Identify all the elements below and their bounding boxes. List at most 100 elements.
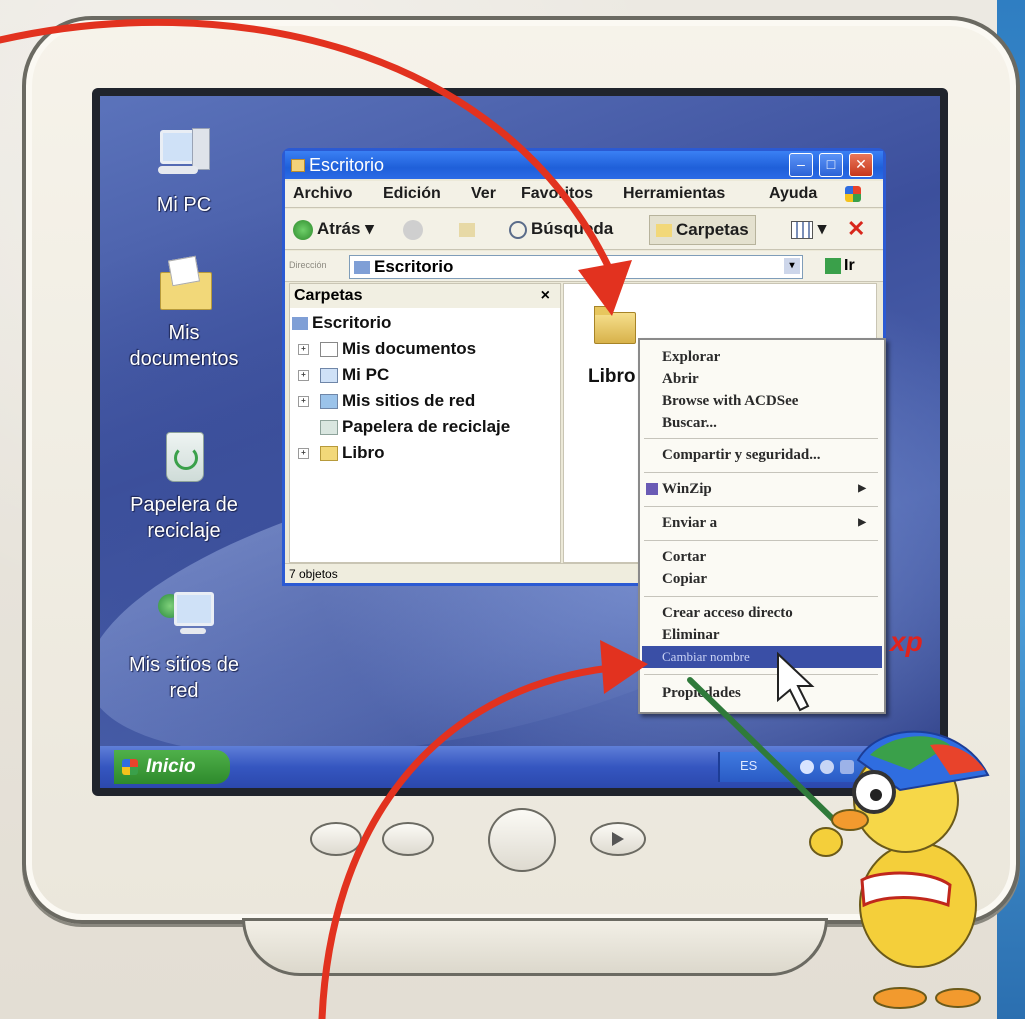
windows-desktop: Mi PC Mis documentos Papelera de recicla… [100, 96, 940, 788]
forward-button[interactable] [403, 215, 427, 243]
close-pane-icon[interactable]: × [541, 284, 550, 308]
menu-ayuda[interactable]: Ayuda [769, 185, 817, 203]
menu-separator [644, 506, 878, 507]
tree-item-libro[interactable]: + Libro [298, 442, 385, 464]
ctx-cortar[interactable]: Cortar [662, 546, 872, 568]
my-computer-icon [154, 126, 214, 186]
address-field[interactable]: Escritorio ▾ [349, 255, 803, 279]
back-arrow-icon [293, 219, 313, 240]
desktop-icon-my-computer[interactable]: Mi PC [114, 126, 254, 218]
monitor-play-button [590, 822, 646, 856]
toolbar: Atrás ▾ Búsqueda Carpetas ▾ ✕ [285, 209, 883, 250]
desktop-icon [292, 317, 308, 331]
windows-flag-icon [845, 186, 861, 202]
tray-icon[interactable] [840, 760, 854, 774]
expand-icon[interactable]: + [298, 370, 309, 381]
up-folder-icon [459, 222, 475, 237]
views-button[interactable]: ▾ [791, 215, 826, 243]
ctx-enviar-a[interactable]: Enviar a ▶ [662, 512, 872, 534]
views-icon [791, 220, 813, 239]
menu-separator [644, 596, 878, 597]
desktop-icon-label: Mis documentos [129, 322, 239, 370]
go-label: Ir [844, 257, 855, 274]
address-dropdown-icon[interactable]: ▾ [784, 258, 800, 274]
folders-pane: Carpetas × Escritorio + Mis documentos +… [289, 283, 561, 563]
submenu-arrow-icon: ▶ [858, 483, 866, 494]
monitor-stand [242, 918, 828, 976]
back-button[interactable]: Atrás ▾ [293, 215, 374, 243]
ctx-compartir[interactable]: Compartir y seguridad... [662, 444, 872, 466]
window-titlebar[interactable]: Escritorio – □ ✕ [285, 151, 883, 179]
folders-icon [656, 224, 672, 238]
maximize-button[interactable]: □ [819, 153, 843, 177]
ctx-crear-acceso[interactable]: Crear acceso directo [662, 602, 872, 624]
tree-item-label: Escritorio [312, 313, 392, 332]
expand-icon[interactable]: + [298, 344, 309, 355]
close-button[interactable]: ✕ [849, 153, 873, 177]
desktop-icon-label: Mis sitios de red [128, 654, 240, 702]
up-folder-button[interactable] [459, 215, 475, 243]
ctx-buscar[interactable]: Buscar... [662, 412, 872, 434]
menu-separator [644, 674, 878, 675]
context-menu: Explorar Abrir Browse with ACDSee Buscar… [638, 338, 886, 714]
monitor-oval-button-left [310, 822, 362, 856]
recycle-bin-icon [154, 426, 214, 486]
monitor-oval-button-right [382, 822, 434, 856]
desktop-icon-my-documents[interactable]: Mis documentos [114, 254, 254, 372]
documents-icon [320, 342, 338, 358]
libro-folder-icon[interactable] [594, 306, 636, 344]
play-icon [612, 832, 624, 846]
start-label: Inicio [146, 756, 196, 777]
ctx-explorar[interactable]: Explorar [662, 346, 872, 368]
submenu-arrow-icon: ▶ [858, 517, 866, 528]
go-arrow-icon [825, 257, 841, 274]
menu-separator [644, 472, 878, 473]
window-title: Escritorio [309, 155, 385, 175]
desktop-icon-label: Mi PC [156, 194, 212, 216]
tray-icon[interactable] [820, 760, 834, 774]
ctx-winzip[interactable]: WinZip ▶ [646, 478, 872, 500]
start-button[interactable]: Inicio [114, 750, 230, 784]
tree-item-papelera[interactable]: Papelera de reciclaje [320, 416, 510, 438]
ctx-eliminar[interactable]: Eliminar [662, 624, 872, 646]
menu-separator [644, 540, 878, 541]
folders-button[interactable]: Carpetas [649, 215, 756, 245]
address-label: Dirección [289, 260, 327, 270]
tree-item-escritorio[interactable]: Escritorio [292, 312, 391, 334]
tray-icon[interactable] [800, 760, 814, 774]
language-indicator[interactable]: ES [740, 758, 757, 773]
menu-herramientas[interactable]: Herramientas [623, 185, 725, 203]
desktop-icon-network-places[interactable]: Mis sitios de red [114, 586, 254, 704]
tree-item-mis-documentos[interactable]: + Mis documentos [298, 338, 477, 360]
menu-favoritos[interactable]: Favoritos [521, 185, 593, 203]
minimize-button[interactable]: – [789, 153, 813, 177]
tree-item-mi-pc[interactable]: + Mi PC [298, 364, 389, 386]
menu-edicion[interactable]: Edición [383, 185, 441, 203]
expand-icon[interactable]: + [298, 448, 309, 459]
menu-ver[interactable]: Ver [471, 185, 496, 203]
libro-folder-label[interactable]: Libro [588, 366, 636, 388]
tree-item-label: Papelera de reciclaje [342, 417, 511, 436]
folders-label: Carpetas [676, 220, 749, 239]
address-bar: Dirección Escritorio ▾ Ir [285, 251, 883, 282]
desktop-icon [354, 261, 370, 275]
delete-button[interactable]: ✕ [847, 215, 865, 243]
ctx-cambiar-nombre[interactable]: Cambiar nombre [642, 646, 882, 668]
expand-icon[interactable]: + [298, 396, 309, 407]
desktop-icon-recycle-bin[interactable]: Papelera de reciclaje [114, 426, 254, 544]
tree-item-mis-sitios-de-red[interactable]: + Mis sitios de red [298, 390, 475, 412]
ctx-enviar-label: Enviar a [662, 515, 718, 531]
ctx-browse-acdsee[interactable]: Browse with ACDSee [662, 390, 872, 412]
ctx-propiedades[interactable]: Propiedades [662, 682, 872, 704]
folder-icon [320, 446, 338, 462]
ctx-abrir[interactable]: Abrir [662, 368, 872, 390]
menu-archivo[interactable]: Archivo [293, 185, 353, 203]
search-button[interactable]: Búsqueda [509, 215, 613, 243]
go-button[interactable]: Ir [825, 256, 855, 276]
ctx-copiar[interactable]: Copiar [662, 568, 872, 590]
forward-arrow-icon [403, 219, 423, 240]
winzip-icon [646, 483, 658, 495]
monitor-dpad [488, 808, 556, 872]
tree-item-label: Mis documentos [342, 339, 477, 358]
computer-icon [320, 368, 338, 384]
